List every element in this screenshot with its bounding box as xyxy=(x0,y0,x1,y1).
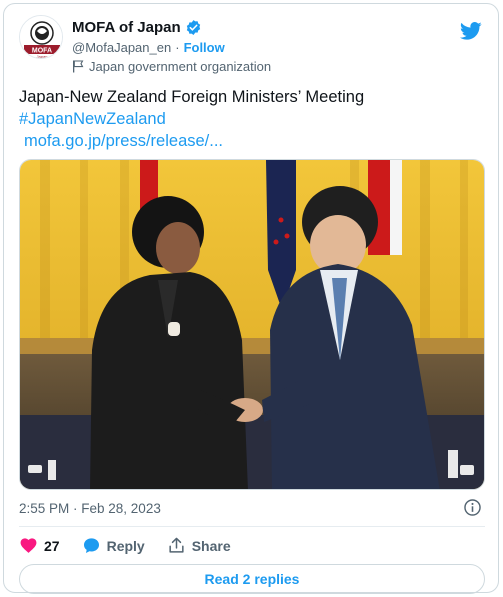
share-button[interactable]: Share xyxy=(167,536,231,555)
like-button[interactable]: 27 xyxy=(19,536,60,555)
share-icon xyxy=(169,537,184,553)
share-label: Share xyxy=(191,537,231,554)
avatar-subtext: Japan xyxy=(37,54,48,59)
affiliation-label[interactable]: Japan government organization xyxy=(89,59,271,74)
info-icon[interactable] xyxy=(463,498,482,517)
flag-icon xyxy=(73,60,84,73)
reply-bubble-icon xyxy=(83,538,99,554)
tweet-title-line: Japan-New Zealand Foreign Ministers’ Mee… xyxy=(19,88,365,106)
separator-dot: · xyxy=(175,40,180,55)
mofa-logo: MOFA Japan xyxy=(20,16,62,59)
press-release-link[interactable]: mofa.go.jp/press/release/... xyxy=(19,130,479,152)
avatar[interactable]: MOFA Japan xyxy=(19,15,63,59)
photo-illustration xyxy=(20,160,484,489)
tweet-timestamp[interactable]: 2:55 PM · Feb 28, 2023 xyxy=(19,501,161,516)
read-replies-button[interactable]: Read 2 replies xyxy=(19,564,485,594)
tweet-text: Japan-New Zealand Foreign Ministers’ Mee… xyxy=(19,86,479,152)
heart-icon xyxy=(20,538,37,553)
tweet-actions: 27 Reply Share xyxy=(19,536,253,555)
follow-button[interactable]: Follow xyxy=(184,40,225,55)
author-handle[interactable]: @MofaJapan_en xyxy=(72,40,171,55)
affiliation-row: Japan government organization xyxy=(72,59,271,74)
reply-label: Reply xyxy=(106,537,145,554)
reply-button[interactable]: Reply xyxy=(82,536,145,555)
tweet-photo[interactable] xyxy=(19,159,485,490)
author-name[interactable]: MOFA of Japan xyxy=(72,19,181,36)
author-name-row: MOFA of Japan xyxy=(72,19,202,36)
tweet-card: MOFA Japan MOFA of Japan @MofaJapan_en ·… xyxy=(3,3,499,594)
author-handle-row: @MofaJapan_en · Follow xyxy=(72,40,225,55)
twitter-bird-icon[interactable] xyxy=(460,20,482,42)
like-count: 27 xyxy=(44,537,60,554)
divider xyxy=(19,526,485,527)
hashtag-link[interactable]: #JapanNewZealand xyxy=(19,108,479,130)
verified-icon xyxy=(186,20,200,35)
